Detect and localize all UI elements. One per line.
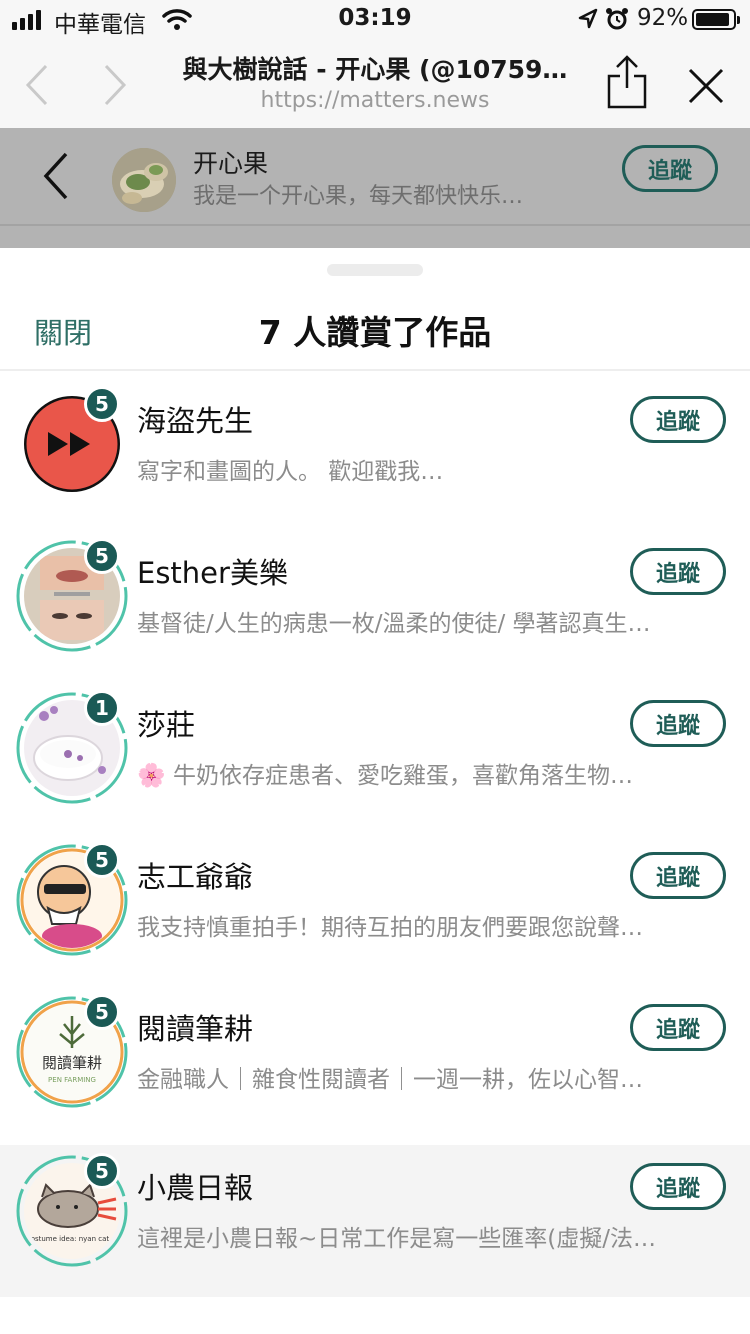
browser-forward-icon[interactable]	[100, 62, 130, 108]
user-bio: 這裡是小農日報~日常工作是寫一些匯率(虛擬/法…	[137, 1226, 656, 1252]
logo-text: 閱讀筆耕	[42, 1054, 102, 1072]
status-bar: 中華電信 03:19 92%	[0, 0, 750, 40]
user-bio: 基督徒/人生的病患一枚/溫柔的使徒/ 學著認真生…	[137, 611, 651, 637]
author-follow-button[interactable]: 追蹤	[622, 145, 718, 192]
follow-button[interactable]: 追蹤	[630, 852, 726, 899]
author-name: 开心果	[193, 149, 269, 178]
author-description: 我是一个开心果，每天都快快乐…	[193, 184, 524, 209]
follow-button[interactable]: 追蹤	[630, 1004, 726, 1051]
user-bio: 寫字和畫圖的人。 歡迎戳我…	[137, 459, 444, 485]
article-author-header: 开心果 我是一个开心果，每天都快快乐… 追蹤	[0, 128, 750, 248]
logo-text: costume idea: nyan cat	[27, 1235, 110, 1243]
header-divider	[0, 224, 750, 226]
close-icon[interactable]	[686, 66, 726, 106]
user-bio: 我支持慎重拍手！期待互拍的朋友們要跟您說聲…	[137, 915, 643, 941]
appreciation-count-badge: 5	[84, 1153, 120, 1189]
page-url[interactable]: https://matters.news	[160, 88, 590, 113]
user-row[interactable]: 1 莎莊 🌸 牛奶依存症患者、愛吃雞蛋，喜歡角落生物… 追蹤	[0, 682, 750, 834]
user-avatar-wrap[interactable]: 5	[16, 386, 128, 500]
user-avatar-wrap[interactable]: 閱讀筆耕 PEN FARMING 5	[16, 994, 128, 1108]
browser-toolbar: 與大樹說話 - 开心果 (@10759… https://matters.new…	[0, 40, 750, 128]
user-bio: 🌸 牛奶依存症患者、愛吃雞蛋，喜歡角落生物…	[137, 763, 633, 789]
follow-button[interactable]: 追蹤	[630, 396, 726, 443]
browser-back-icon[interactable]	[22, 62, 52, 108]
location-arrow-icon	[578, 8, 598, 29]
user-name[interactable]: 莎莊	[137, 702, 195, 744]
user-name[interactable]: 海盜先生	[137, 398, 253, 440]
user-bio: 金融職人｜雜食性閱讀者｜一週一耕，佐以心智…	[137, 1067, 643, 1093]
user-row[interactable]: costume idea: nyan cat 5 小農日報 這裡是小農日報~日常…	[0, 1145, 750, 1297]
appreciation-count-badge: 1	[84, 690, 120, 726]
appreciation-count-badge: 5	[84, 538, 120, 574]
user-row[interactable]: 閱讀筆耕 PEN FARMING 5 閱讀筆耕 金融職人｜雜食性閱讀者｜一週一耕…	[0, 986, 750, 1138]
user-row[interactable]: 5 Esther美樂 基督徒/人生的病患一枚/溫柔的使徒/ 學著認真生… 追蹤	[0, 530, 750, 682]
logo-subtext: PEN FARMING	[48, 1076, 96, 1084]
author-avatar[interactable]	[112, 148, 176, 212]
appreciation-count-badge: 5	[84, 994, 120, 1030]
battery-icon	[692, 9, 740, 30]
appreciation-count-badge: 5	[84, 842, 120, 878]
follow-button[interactable]: 追蹤	[630, 1163, 726, 1210]
user-name[interactable]: Esther美樂	[137, 550, 288, 592]
back-icon[interactable]	[40, 150, 70, 202]
user-avatar-wrap[interactable]: 5	[16, 538, 128, 652]
sheet-divider	[0, 369, 750, 371]
appreciation-count-badge: 5	[84, 386, 120, 422]
sheet-drag-handle[interactable]	[327, 264, 423, 276]
appreciators-sheet: 關閉 7 人讚賞了作品 5 海盜先生 寫字和畫圖的人。 歡迎戳我… 追蹤 5 E…	[0, 248, 750, 1334]
user-name[interactable]: 小農日報	[137, 1165, 253, 1207]
user-row[interactable]: 5 志工爺爺 我支持慎重拍手！期待互拍的朋友們要跟您說聲… 追蹤	[0, 834, 750, 986]
follow-button[interactable]: 追蹤	[630, 548, 726, 595]
user-name[interactable]: 閱讀筆耕	[137, 1006, 253, 1048]
sheet-title: 7 人讚賞了作品	[258, 313, 492, 352]
user-avatar-wrap[interactable]: 5	[16, 842, 128, 956]
alarm-icon	[606, 8, 628, 30]
share-icon[interactable]	[606, 54, 648, 110]
user-avatar-wrap[interactable]: costume idea: nyan cat 5	[16, 1153, 128, 1267]
page-title: 與大樹說話 - 开心果 (@10759…	[182, 55, 568, 84]
user-row[interactable]: 5 海盜先生 寫字和畫圖的人。 歡迎戳我… 追蹤	[0, 378, 750, 530]
follow-button[interactable]: 追蹤	[630, 700, 726, 747]
user-name[interactable]: 志工爺爺	[137, 854, 253, 896]
battery-percent: 92%	[637, 5, 689, 31]
user-avatar-wrap[interactable]: 1	[16, 690, 128, 804]
